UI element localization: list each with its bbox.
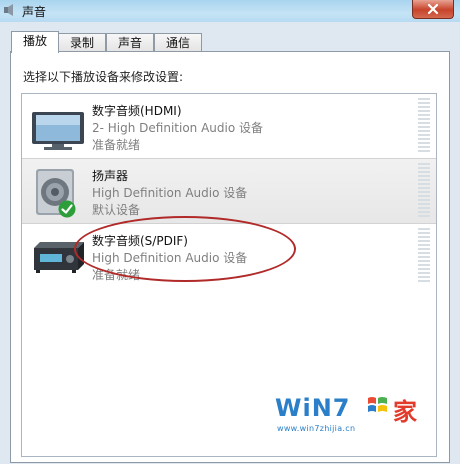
device-driver: 2- High Definition Audio 设备	[92, 121, 264, 135]
title-bar: 声音	[0, 0, 460, 22]
sound-icon	[4, 4, 13, 16]
close-icon	[427, 3, 439, 15]
device-status: 准备就绪	[92, 138, 141, 152]
device-status: 默认设备	[92, 203, 141, 217]
device-item-speakers[interactable]: 扬声器 High Definition Audio 设备 默认设备	[22, 158, 436, 224]
instruction-text: 选择以下播放设备来修改设置:	[23, 70, 184, 84]
tab-playback[interactable]: 播放	[11, 31, 59, 53]
watermark-char: 家	[393, 398, 417, 426]
level-meter	[418, 228, 430, 284]
close-button[interactable]	[412, 0, 454, 19]
level-meter	[418, 163, 430, 219]
monitor-icon	[32, 112, 84, 150]
device-name: 数字音频(HDMI)	[92, 104, 182, 118]
tab-communications[interactable]: 通信	[154, 33, 202, 52]
tab-sounds[interactable]: 声音	[106, 33, 154, 52]
annotation-ellipse	[74, 216, 296, 282]
checkmark-icon	[58, 200, 76, 218]
watermark-url: www.win7zhijia.cn	[277, 424, 356, 433]
tab-recording[interactable]: 录制	[58, 33, 106, 52]
level-meter	[418, 98, 430, 154]
device-item-hdmi[interactable]: 数字音频(HDMI) 2- High Definition Audio 设备 准…	[22, 94, 436, 158]
windows-logo-icon	[368, 397, 387, 412]
window-title: 声音	[22, 5, 47, 19]
device-name: 扬声器	[92, 169, 129, 183]
device-driver: High Definition Audio 设备	[92, 186, 248, 200]
watermark: WiN7 家 www.win7zhijia.cn	[275, 392, 435, 440]
watermark-brand: WiN7	[275, 394, 351, 422]
